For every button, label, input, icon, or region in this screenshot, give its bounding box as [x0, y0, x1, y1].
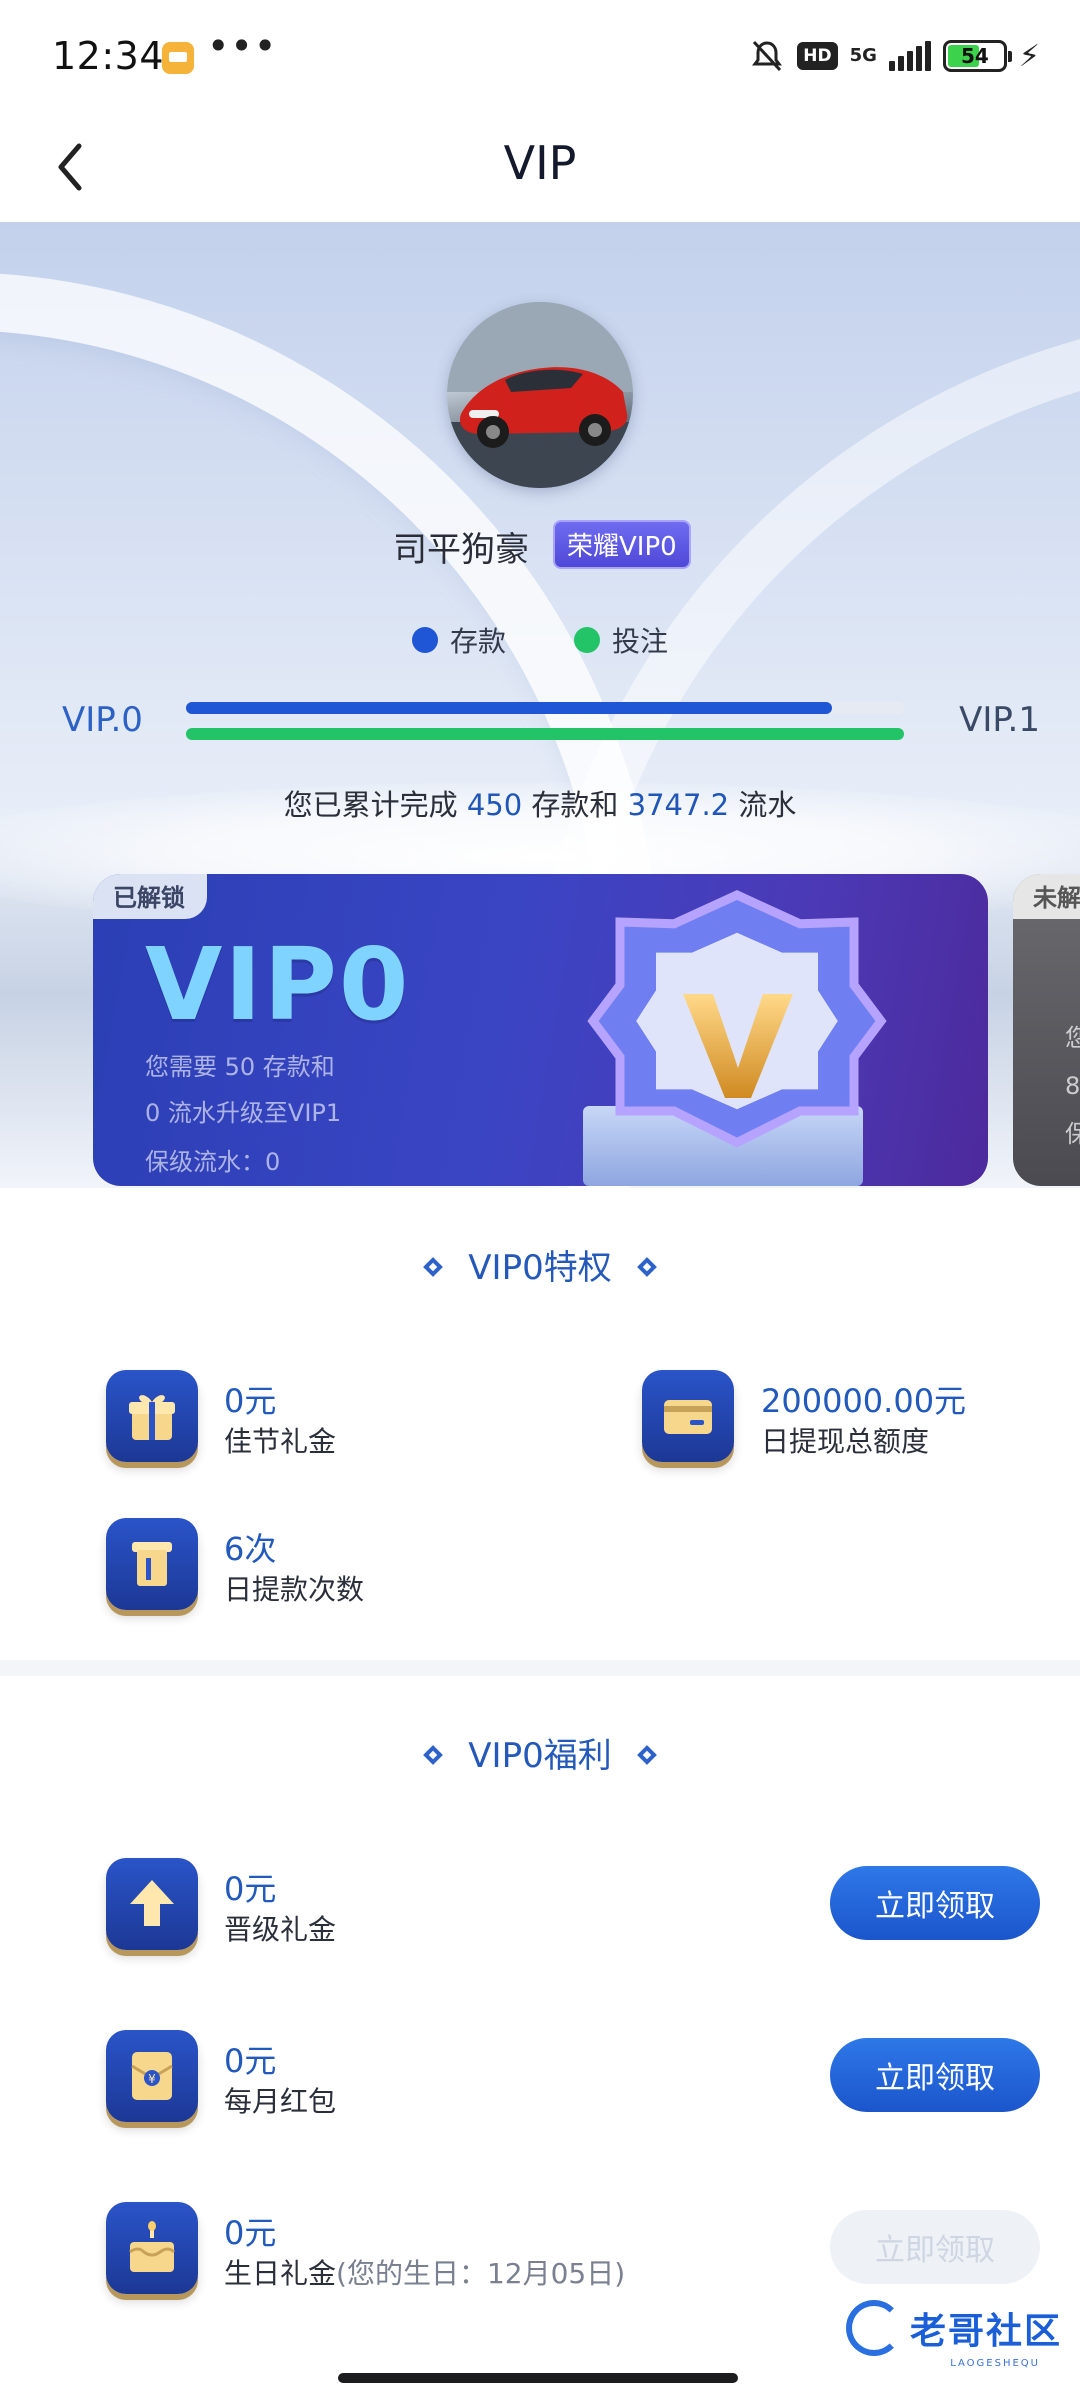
- daily-withdraw-count-value: 6次: [224, 1530, 277, 1568]
- claim-upgrade-gift-button[interactable]: 立即领取: [830, 1866, 1040, 1940]
- turnover-amount: 3747.2: [627, 788, 730, 822]
- red-envelope-icon: ¥: [106, 2030, 198, 2122]
- upgrade-gift-value: 0元: [224, 1870, 277, 1908]
- upgrade-requirement-line2: 0 流水升级至VIP1: [145, 1099, 342, 1127]
- legend-label-bet: 投注: [612, 625, 669, 658]
- bet-progress-fill: [186, 728, 904, 740]
- summary-prefix: 您已累计完成: [283, 788, 458, 822]
- benefits-title: VIP0福利: [0, 1728, 1080, 1777]
- legend-deposit: 存款: [411, 620, 506, 660]
- home-indicator[interactable]: [338, 2373, 738, 2383]
- benefits-title-text: VIP0福利: [468, 1736, 612, 1776]
- privileges-title-text: VIP0特权: [468, 1248, 612, 1288]
- next-card-line1: 您: [1065, 1024, 1080, 1052]
- signal-strength-icon: [888, 41, 931, 71]
- daily-withdraw-count-label: 日提款次数: [224, 1573, 365, 1606]
- message-notification-icon: [162, 42, 194, 74]
- sports-car-image: [447, 302, 633, 488]
- username: 司平狗豪: [393, 530, 529, 570]
- avatar[interactable]: [447, 302, 633, 488]
- next-card-line2: 8: [1065, 1072, 1080, 1100]
- diamond-icon: [423, 1256, 444, 1277]
- legend-dot-bet: [574, 627, 600, 653]
- unlocked-tag: 已解锁: [93, 874, 207, 919]
- mute-bell-icon: [749, 38, 785, 74]
- nav-bar: VIP: [0, 112, 1080, 222]
- watermark-text: 老哥社区: [909, 2311, 1062, 2352]
- claim-birthday-gift-button[interactable]: 立即领取: [830, 2210, 1040, 2284]
- deposit-progress-bar: [186, 702, 904, 714]
- birthday-date-note: (您的生日：12月05日): [336, 2257, 626, 2290]
- legend-label-deposit: 存款: [449, 625, 506, 658]
- next-card-line3: 保: [1065, 1120, 1080, 1148]
- vip-hero: 司平狗豪 荣耀VIP0 存款 投注 VIP.0 VIP.1 您已累计完成 450…: [0, 222, 1080, 1188]
- daily-withdraw-limit-value: 200000.00元: [761, 1382, 967, 1420]
- network-type: 5G: [849, 45, 877, 66]
- deposit-progress-fill: [186, 702, 833, 714]
- watermark-subtext: LAOGESHEQU: [950, 2358, 1040, 2369]
- progress-legend: 存款 投注: [0, 620, 1080, 660]
- daily-withdraw-limit-label: 日提现总额度: [761, 1425, 930, 1458]
- upgrade-gift-label: 晋级礼金: [224, 1913, 337, 1946]
- privileges-title: VIP0特权: [0, 1240, 1080, 1289]
- benefits-section: VIP0福利 0元 晋级礼金 立即领取 ¥ 0元 每月红包 立即领取 0元 生日…: [0, 1676, 1080, 2360]
- diamond-icon: [423, 1744, 444, 1765]
- locked-tag: 未解锁: [1013, 874, 1080, 919]
- watermark-logo: 老哥社区 LAOGESHEQU: [845, 2300, 1062, 2369]
- vip-level-card-next[interactable]: 未解锁 您 8 保: [1013, 874, 1080, 1186]
- atm-icon: [106, 1518, 198, 1610]
- holiday-gift-label: 佳节礼金: [224, 1425, 337, 1458]
- battery-icon: 54: [942, 40, 1012, 72]
- battery-level: 54: [961, 44, 989, 68]
- accumulated-summary: 您已累计完成 450 存款和 3747.2 流水: [0, 782, 1080, 824]
- diamond-icon: [636, 1744, 657, 1765]
- holiday-gift-value: 0元: [224, 1382, 277, 1420]
- upgrade-requirement-line1: 您需要 50 存款和: [145, 1053, 335, 1081]
- more-notifications-icon: •••: [207, 24, 278, 68]
- monthly-red-envelope-value: 0元: [224, 2042, 277, 2080]
- privileges-section: VIP0特权 0元 佳节礼金 200000.00元 日提现总额度 6次 日提款次…: [0, 1188, 1080, 1660]
- vip-level-card-current[interactable]: 已解锁 VIP0 您需要 50 存款和 0 流水升级至VIP1 保级流水：0: [93, 874, 988, 1186]
- status-time: 12:34: [52, 34, 165, 78]
- charging-icon: ⚡: [1018, 38, 1040, 74]
- legend-dot-deposit: [411, 627, 438, 653]
- hd-voice-icon: HD: [797, 42, 838, 70]
- deposit-count: 450: [466, 788, 523, 822]
- upgrade-requirement: 您需要 50 存款和 0 流水升级至VIP1: [145, 1044, 341, 1136]
- card-level-title: VIP0: [145, 926, 411, 1043]
- birthday-gift-label-text: 生日礼金: [224, 2257, 337, 2290]
- birthday-gift-value: 0元: [224, 2214, 277, 2252]
- status-bar: 12:34 ••• HD 5G 54 ⚡: [0, 0, 1080, 112]
- birthday-cake-icon: [106, 2202, 198, 2294]
- legend-bet: 投注: [574, 620, 668, 660]
- vip-emblem-icon: [583, 890, 887, 1186]
- watermark-dragon-icon: [845, 2300, 902, 2356]
- summary-suffix: 流水: [738, 788, 797, 822]
- diamond-icon: [636, 1256, 657, 1277]
- bet-progress-bar: [186, 728, 904, 740]
- svg-text:¥: ¥: [148, 2072, 156, 2086]
- vip-badge: 荣耀VIP0: [553, 520, 691, 569]
- birthday-gift-label: 生日礼金(您的生日：12月05日): [224, 2252, 625, 2292]
- claim-monthly-red-envelope-button[interactable]: 立即领取: [830, 2038, 1040, 2112]
- section-divider: [0, 1660, 1080, 1676]
- keep-level-turnover: 保级流水：0: [145, 1148, 281, 1176]
- summary-mid: 存款和: [531, 788, 619, 822]
- upgrade-arrow-icon: [106, 1858, 198, 1950]
- monthly-red-envelope-label: 每月红包: [224, 2085, 337, 2118]
- gift-icon: [106, 1370, 198, 1462]
- next-level-label: VIP.1: [959, 700, 1040, 740]
- card-icon: [642, 1370, 734, 1462]
- current-level-label: VIP.0: [62, 700, 143, 740]
- next-card-text: 您 8 保: [1065, 1014, 1080, 1158]
- page-title: VIP: [503, 136, 577, 190]
